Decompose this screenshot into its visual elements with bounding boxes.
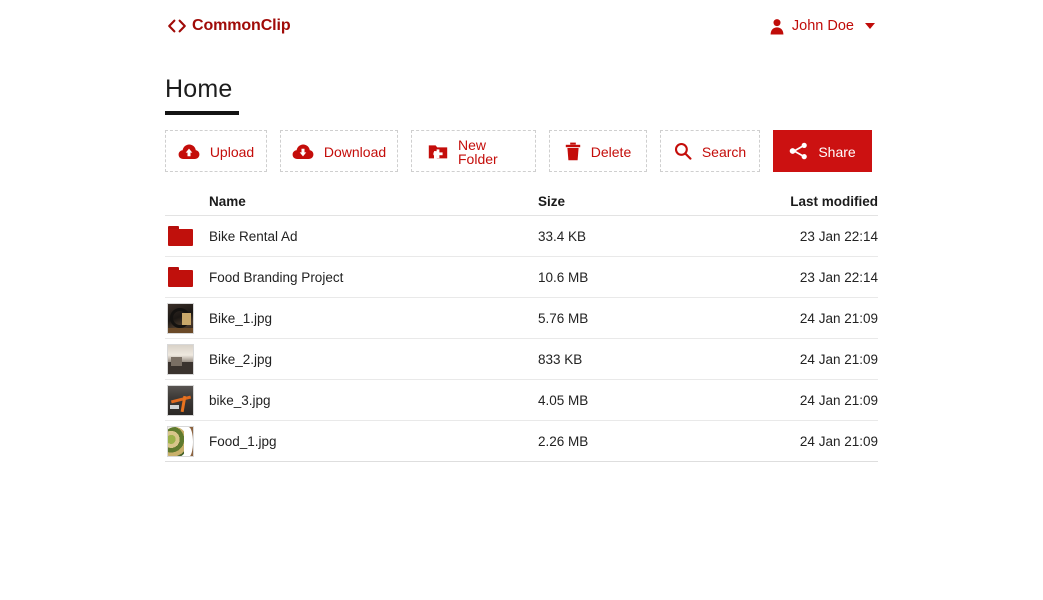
share-button[interactable]: Share [773,130,872,172]
share-nodes-icon [789,142,808,160]
folder-icon [168,226,193,246]
action-toolbar: Upload Download New Folder Delete Search… [165,130,872,172]
trash-icon [565,142,581,161]
column-header-size[interactable]: Size [538,194,718,209]
cloud-upload-icon [178,143,200,160]
folder-plus-icon [428,143,448,160]
new-folder-button[interactable]: New Folder [411,130,536,172]
table-row[interactable]: Bike Rental Ad 33.4 KB 23 Jan 22:14 [165,216,878,257]
page-title-underline [165,111,239,116]
file-name[interactable]: Food Branding Project [209,270,538,285]
table-row[interactable]: Bike_1.jpg 5.76 MB 24 Jan 21:09 [165,298,878,339]
user-name-label: John Doe [791,18,854,34]
column-header-name[interactable]: Name [209,194,538,209]
delete-button-label: Delete [590,143,632,160]
file-name[interactable]: bike_3.jpg [209,393,538,408]
row-icon-cell [165,343,209,375]
page-title-block: Home [165,75,239,116]
row-icon-cell [165,302,209,334]
file-size: 10.6 MB [538,269,589,285]
file-modified: 24 Jan 21:09 [799,392,878,408]
search-icon [674,142,692,160]
cloud-download-icon [292,143,314,160]
table-header-row: Name Size Last modified [165,188,878,216]
row-icon-cell [165,425,209,457]
file-size: 33.4 KB [538,228,587,244]
image-thumbnail-icon [167,302,194,334]
row-icon-cell [165,384,209,416]
file-modified: 23 Jan 22:14 [799,269,878,285]
download-button[interactable]: Download [280,130,398,172]
file-size: 2.26 MB [538,433,589,449]
brand-name: CommonClip [192,17,291,34]
image-thumbnail-icon [167,384,194,416]
table-row[interactable]: Food Branding Project 10.6 MB 23 Jan 22:… [165,257,878,298]
page-title: Home [165,75,233,103]
row-icon-cell [165,267,209,287]
table-row[interactable]: bike_3.jpg 4.05 MB 24 Jan 21:09 [165,380,878,421]
delete-button[interactable]: Delete [549,130,647,172]
person-icon [769,18,785,35]
share-button-label: Share [818,143,856,160]
chevron-down-icon[interactable] [865,23,875,29]
table-row[interactable]: Food_1.jpg 2.26 MB 24 Jan 21:09 [165,421,878,462]
file-name[interactable]: Bike Rental Ad [209,229,538,244]
code-brackets-icon [167,19,187,33]
file-modified: 24 Jan 21:09 [799,351,878,367]
image-thumbnail-icon [167,343,194,375]
file-size: 833 KB [538,351,583,367]
file-name[interactable]: Bike_2.jpg [209,352,538,367]
file-modified: 24 Jan 21:09 [799,310,878,326]
download-button-label: Download [323,143,387,160]
file-list-table: Name Size Last modified Bike Rental Ad 3… [165,188,878,462]
top-navigation-bar: CommonClip John Doe [0,0,1043,52]
row-icon-cell [165,226,209,246]
file-name[interactable]: Bike_1.jpg [209,311,538,326]
upload-button[interactable]: Upload [165,130,267,172]
new-folder-button-label: New Folder [458,136,498,167]
file-modified: 23 Jan 22:14 [799,228,878,244]
file-modified: 24 Jan 21:09 [799,433,878,449]
user-menu[interactable]: John Doe [769,18,875,35]
file-size: 4.05 MB [538,392,589,408]
file-manager-page: CommonClip John Doe Home Upload Download… [0,0,1043,600]
file-name[interactable]: Food_1.jpg [209,434,538,449]
search-button[interactable]: Search [660,130,760,172]
image-thumbnail-icon [167,425,194,457]
search-button-label: Search [701,143,747,160]
column-header-last-modified[interactable]: Last modified [718,194,878,209]
brand-logo[interactable]: CommonClip [167,17,291,35]
folder-icon [168,267,193,287]
upload-button-label: Upload [209,143,255,160]
table-row[interactable]: Bike_2.jpg 833 KB 24 Jan 21:09 [165,339,878,380]
file-size: 5.76 MB [538,310,589,326]
